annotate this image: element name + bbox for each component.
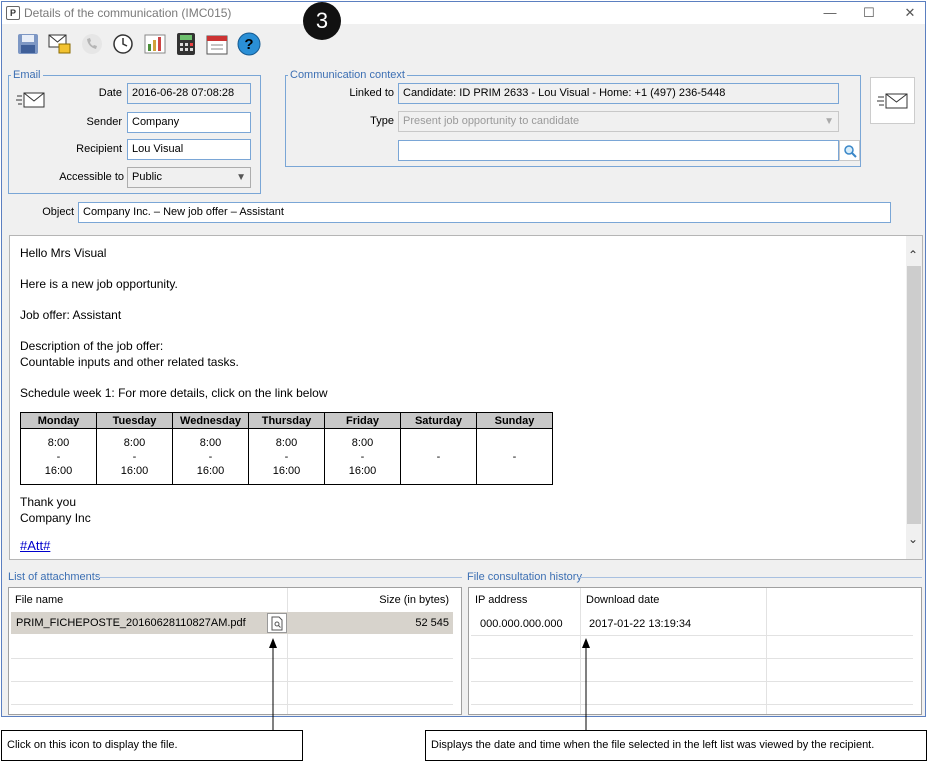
callout-view-file: Click on this icon to display the file. — [1, 730, 303, 761]
annotation-arrows — [269, 638, 590, 730]
callout-consultation-history: Displays the date and time when the file… — [425, 730, 927, 761]
